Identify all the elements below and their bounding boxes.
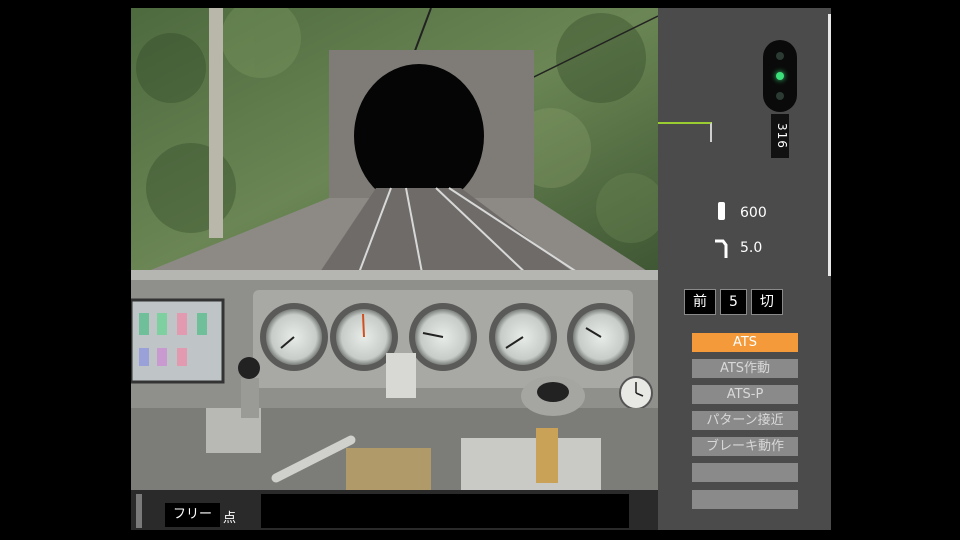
scrollbar[interactable] [828, 14, 831, 276]
monitor-screen [131, 298, 225, 384]
indicator-ats-activated: ATS作動 [692, 359, 798, 378]
indicator-blank [692, 490, 798, 509]
gradient-icon [714, 237, 730, 259]
cab-scene [131, 8, 658, 498]
pressure-gauge [260, 303, 328, 371]
signal-lamp-bottom [776, 92, 784, 100]
indicator-ats-p: ATS-P [692, 385, 798, 404]
mode-label: フリー [165, 503, 221, 527]
signal-head [763, 40, 797, 112]
speed-limit-value: 600 [740, 205, 767, 221]
clock-icon [619, 376, 653, 410]
signal-number: 316 [771, 114, 789, 158]
pressure-gauge [489, 303, 557, 371]
signal-lamp-top [776, 52, 784, 60]
reverser-row: 前 5 切 [684, 289, 783, 315]
signal-arm [658, 122, 712, 142]
pressure-gauge [409, 303, 477, 371]
indicator-brake-active: ブレーキ動作 [692, 437, 798, 456]
reverser-direction[interactable]: 前 [684, 289, 716, 315]
tunnel-opening [354, 64, 484, 208]
pressure-gauge [567, 303, 635, 371]
message-box [261, 494, 629, 528]
power-state[interactable]: 切 [750, 289, 783, 315]
mode-sub-label: 点 [223, 511, 237, 526]
indicator-pattern-approach: パターン接近 [692, 411, 798, 430]
utility-pole [209, 8, 223, 238]
signal-lamp-middle [776, 72, 784, 80]
speed-limit-row: 600 [714, 202, 767, 224]
status-bar: フリー 点 [131, 490, 658, 530]
indicator-ats: ATS [692, 333, 798, 352]
document-holder [346, 448, 431, 493]
side-panel: 316 600 5.0 前 5 切 ATS ATS作動 ATS-P パターン接近… [658, 8, 831, 530]
gradient-value: 5.0 [740, 240, 763, 256]
cab-viewport [131, 8, 658, 530]
indicator-plate [386, 353, 416, 398]
indicator-blank [692, 463, 798, 482]
speed-limit-icon [714, 202, 730, 224]
handle-indicator [136, 494, 142, 528]
notch-value[interactable]: 5 [720, 289, 747, 315]
dashboard-edge [131, 270, 658, 280]
gradient-row: 5.0 [714, 237, 762, 259]
